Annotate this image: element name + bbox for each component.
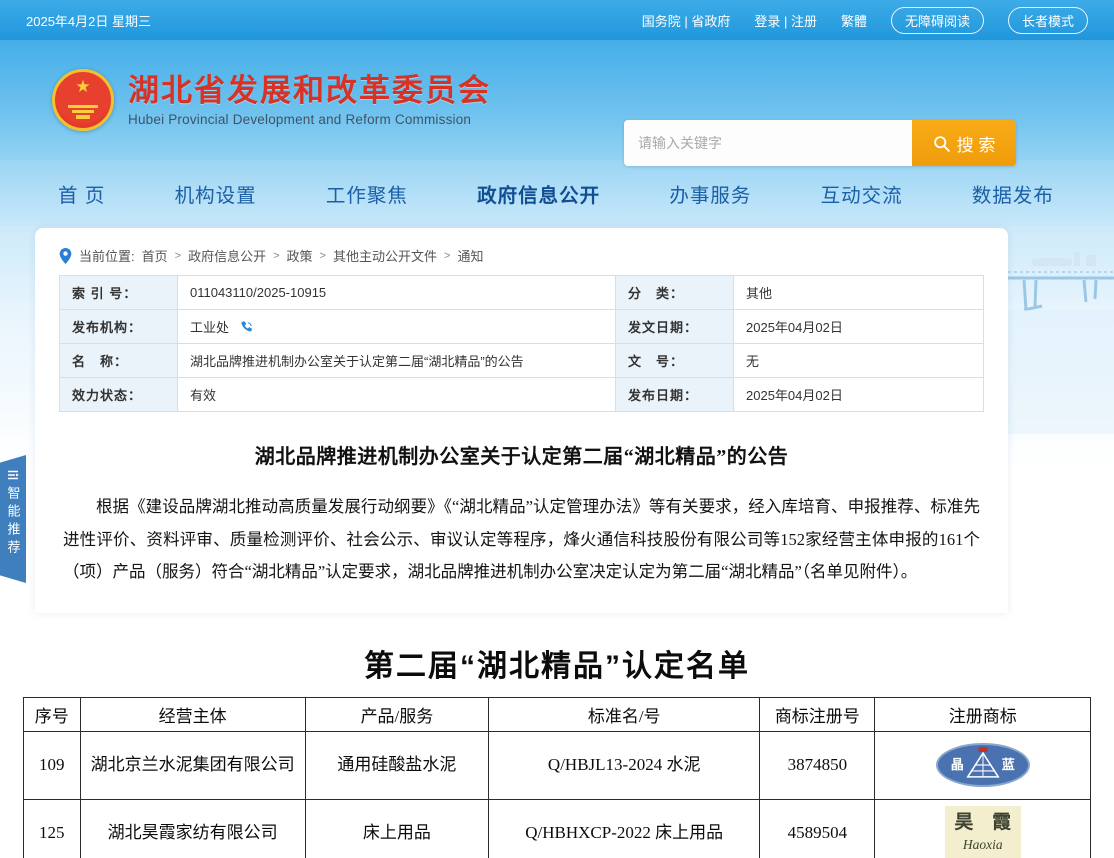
- phone-icon[interactable]: [239, 320, 254, 335]
- col-header-company: 经营主体: [80, 697, 305, 731]
- cell-reg-no: 4589504: [760, 799, 875, 858]
- col-header-reg-no: 商标注册号: [760, 697, 875, 731]
- breadcrumb: 当前位置: 首页 > 政府信息公开 > 政策 > 其他主动公开文件 > 通知: [59, 238, 984, 275]
- smart-recommend-tab[interactable]: 智能推荐: [0, 455, 26, 583]
- table-row: 109 湖北京兰水泥集团有限公司 通用硅酸盐水泥 Q/HBJL13-2024 水…: [24, 731, 1091, 799]
- site-header: ★ 湖北省发展和改革委员会 Hubei Provincial Developme…: [0, 40, 1114, 160]
- search-icon: [933, 135, 950, 152]
- breadcrumb-other-public-docs[interactable]: 其他主动公开文件: [333, 246, 437, 265]
- link-gov-portals[interactable]: 国务院 | 省政府: [642, 11, 731, 30]
- topbar: 2025年4月2日 星期三 国务院 | 省政府 登录 | 注册 繁體 无障碍阅读…: [0, 0, 1114, 40]
- document-meta-table: 索 引 号： 011043110/2025-10915 分 类： 其他 发布机构…: [59, 275, 984, 412]
- nav-item-services[interactable]: 办事服务: [669, 179, 751, 208]
- search-button-label: 搜 索: [957, 131, 996, 156]
- national-emblem-logo: ★: [52, 69, 114, 131]
- meta-label-validity: 效力状态：: [60, 378, 178, 412]
- nav-item-home[interactable]: 首 页: [58, 179, 105, 208]
- meta-label-category: 分 类：: [616, 276, 734, 310]
- trademark-haoxia-logo: 昊 霞 Haoxia: [945, 806, 1021, 858]
- meta-value-validity: 有效: [178, 378, 616, 412]
- meta-label-doc-number: 文 号：: [616, 344, 734, 378]
- cell-product: 床上用品: [305, 799, 489, 858]
- cell-standard: Q/HBJL13-2024 水泥: [489, 731, 760, 799]
- meta-label-publish-date: 发布日期：: [616, 378, 734, 412]
- breadcrumb-prefix: 当前位置:: [79, 246, 135, 265]
- cell-company: 湖北昊霞家纺有限公司: [80, 799, 305, 858]
- cell-trademark: 昊 霞 Haoxia: [875, 799, 1091, 858]
- nav-item-interaction[interactable]: 互动交流: [821, 179, 903, 208]
- link-login-register[interactable]: 登录 | 注册: [754, 11, 817, 30]
- meta-label-issuing-agency: 发布机构：: [60, 310, 178, 344]
- table-header-row: 序号 经营主体 产品/服务 标准名/号 商标注册号 注册商标: [24, 697, 1091, 731]
- nav-item-organization[interactable]: 机构设置: [175, 179, 257, 208]
- nav-item-work-focus[interactable]: 工作聚焦: [326, 179, 408, 208]
- meta-label-issue-date: 发文日期：: [616, 310, 734, 344]
- content-zone: 当前位置: 首页 > 政府信息公开 > 政策 > 其他主动公开文件 > 通知 索…: [0, 226, 1114, 627]
- site-title: 湖北省发展和改革委员会: [128, 73, 491, 109]
- accessibility-reading-button[interactable]: 无障碍阅读: [891, 7, 984, 34]
- bridge-decoration: [1002, 244, 1114, 434]
- list-lines-icon: [7, 469, 19, 481]
- cell-no: 125: [24, 799, 81, 858]
- meta-label-title: 名 称：: [60, 344, 178, 378]
- breadcrumb-gov-info[interactable]: 政府信息公开: [188, 246, 266, 265]
- col-header-no: 序号: [24, 697, 81, 731]
- col-header-standard: 标准名/号: [489, 697, 760, 731]
- location-pin-icon: [59, 248, 72, 264]
- meta-value-category: 其他: [734, 276, 984, 310]
- meta-value-index-no: 011043110/2025-10915: [178, 276, 616, 310]
- meta-label-index-no: 索 引 号：: [60, 276, 178, 310]
- search-input[interactable]: [624, 120, 912, 166]
- cell-reg-no: 3874850: [760, 731, 875, 799]
- cell-trademark: 晶 蓝: [875, 731, 1091, 799]
- table-row: 名 称： 湖北品牌推进机制办公室关于认定第二届“湖北精品”的公告 文 号： 无: [60, 344, 984, 378]
- breadcrumb-home[interactable]: 首页: [142, 246, 168, 265]
- meta-value-issue-date: 2025年04月02日: [734, 310, 984, 344]
- meta-value-doc-number: 无: [734, 344, 984, 378]
- nav-item-gov-info-disclosure[interactable]: 政府信息公开: [477, 179, 600, 208]
- cell-company: 湖北京兰水泥集团有限公司: [80, 731, 305, 799]
- certified-products-table: 序号 经营主体 产品/服务 标准名/号 商标注册号 注册商标 109 湖北京兰水…: [23, 697, 1091, 858]
- link-traditional-chinese[interactable]: 繁體: [841, 11, 867, 30]
- table-row: 效力状态： 有效 发布日期： 2025年04月02日: [60, 378, 984, 412]
- appendix-section: 第二届“湖北精品”认定名单 序号 经营主体 产品/服务 标准名/号 商标注册号 …: [0, 627, 1114, 858]
- table-row: 发布机构： 工业处 发文日期： 2025年04月02日: [60, 310, 984, 344]
- breadcrumb-notice[interactable]: 通知: [457, 246, 483, 265]
- col-header-trademark: 注册商标: [875, 697, 1091, 731]
- breadcrumb-policy[interactable]: 政策: [287, 246, 313, 265]
- cell-no: 109: [24, 731, 81, 799]
- meta-value-issuing-agency: 工业处: [178, 310, 616, 344]
- table-row: 125 湖北昊霞家纺有限公司 床上用品 Q/HBHXCP-2022 床上用品 4…: [24, 799, 1091, 858]
- smart-recommend-label: 智能推荐: [4, 486, 23, 558]
- main-nav: 首 页 机构设置 工作聚焦 政府信息公开 办事服务 互动交流 数据发布: [0, 160, 1114, 226]
- site-search: 搜 索: [624, 120, 1016, 166]
- meta-value-title: 湖北品牌推进机制办公室关于认定第二届“湖北精品”的公告: [178, 344, 616, 378]
- article-body: 根据《建设品牌湖北推动高质量发展行动纲要》《“湖北精品”认定管理办法》等有关要求…: [63, 491, 980, 589]
- cell-standard: Q/HBHXCP-2022 床上用品: [489, 799, 760, 858]
- article-title: 湖北品牌推进机制办公室关于认定第二届“湖北精品”的公告: [59, 440, 984, 469]
- pyramid-icon: [966, 751, 1000, 779]
- nav-item-data-release[interactable]: 数据发布: [972, 179, 1054, 208]
- cell-product: 通用硅酸盐水泥: [305, 731, 489, 799]
- appendix-title: 第二届“湖北精品”认定名单: [0, 641, 1114, 685]
- trademark-jinglan-logo: 晶 蓝: [936, 743, 1030, 787]
- site-brand: ★ 湖北省发展和改革委员会 Hubei Provincial Developme…: [52, 69, 491, 131]
- document-card: 当前位置: 首页 > 政府信息公开 > 政策 > 其他主动公开文件 > 通知 索…: [35, 228, 1008, 613]
- meta-value-publish-date: 2025年04月02日: [734, 378, 984, 412]
- site-subtitle: Hubei Provincial Development and Reform …: [128, 112, 491, 127]
- current-date: 2025年4月2日 星期三: [26, 11, 151, 30]
- col-header-product: 产品/服务: [305, 697, 489, 731]
- table-row: 索 引 号： 011043110/2025-10915 分 类： 其他: [60, 276, 984, 310]
- search-button[interactable]: 搜 索: [912, 120, 1016, 166]
- elder-mode-button[interactable]: 长者模式: [1008, 7, 1088, 34]
